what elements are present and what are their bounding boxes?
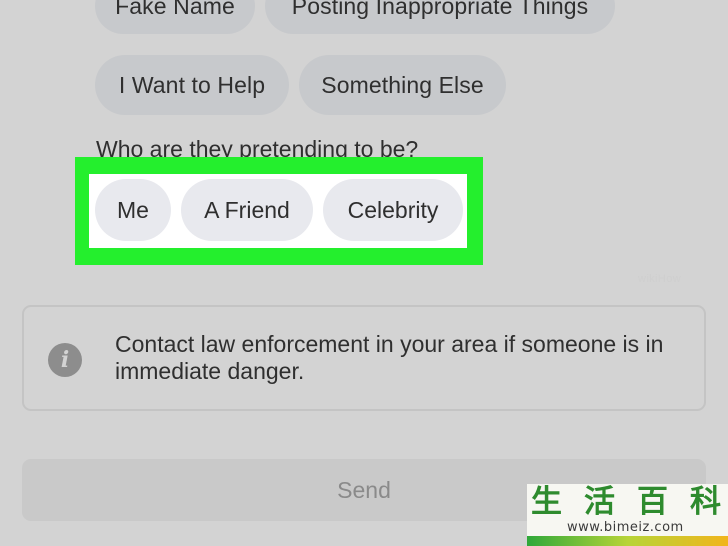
notice-text: Contact law enforcement in your area if … — [115, 331, 664, 384]
option-me[interactable]: Me — [95, 179, 171, 241]
danger-notice: i Contact law enforcement in your area i… — [22, 305, 706, 411]
watermark-char: 生 — [531, 484, 562, 520]
option-a-friend[interactable]: A Friend — [181, 179, 313, 241]
watermark-char: 活 — [584, 484, 615, 520]
watermark-char: 百 — [637, 484, 668, 520]
option-posting-inappropriate-things[interactable]: Posting Inappropriate Things — [265, 0, 615, 34]
report-page: Fake Name Posting Inappropriate Things I… — [0, 0, 728, 546]
faint-watermark: wikiHow — [638, 273, 682, 285]
watermark-char: 科 — [690, 484, 721, 520]
watermark-stripe — [527, 536, 728, 546]
option-something-else[interactable]: Something Else — [299, 55, 506, 115]
option-i-want-to-help[interactable]: I Want to Help — [95, 55, 289, 115]
watermark-url: www.bimeiz.com — [567, 520, 684, 535]
option-celebrity[interactable]: Celebrity — [323, 179, 463, 241]
watermark-logo: 生 活 百 科 — [531, 484, 721, 520]
option-fake-name[interactable]: Fake Name — [95, 0, 255, 34]
site-watermark: 生 活 百 科 www.bimeiz.com — [527, 484, 728, 546]
info-icon: i — [48, 343, 82, 377]
